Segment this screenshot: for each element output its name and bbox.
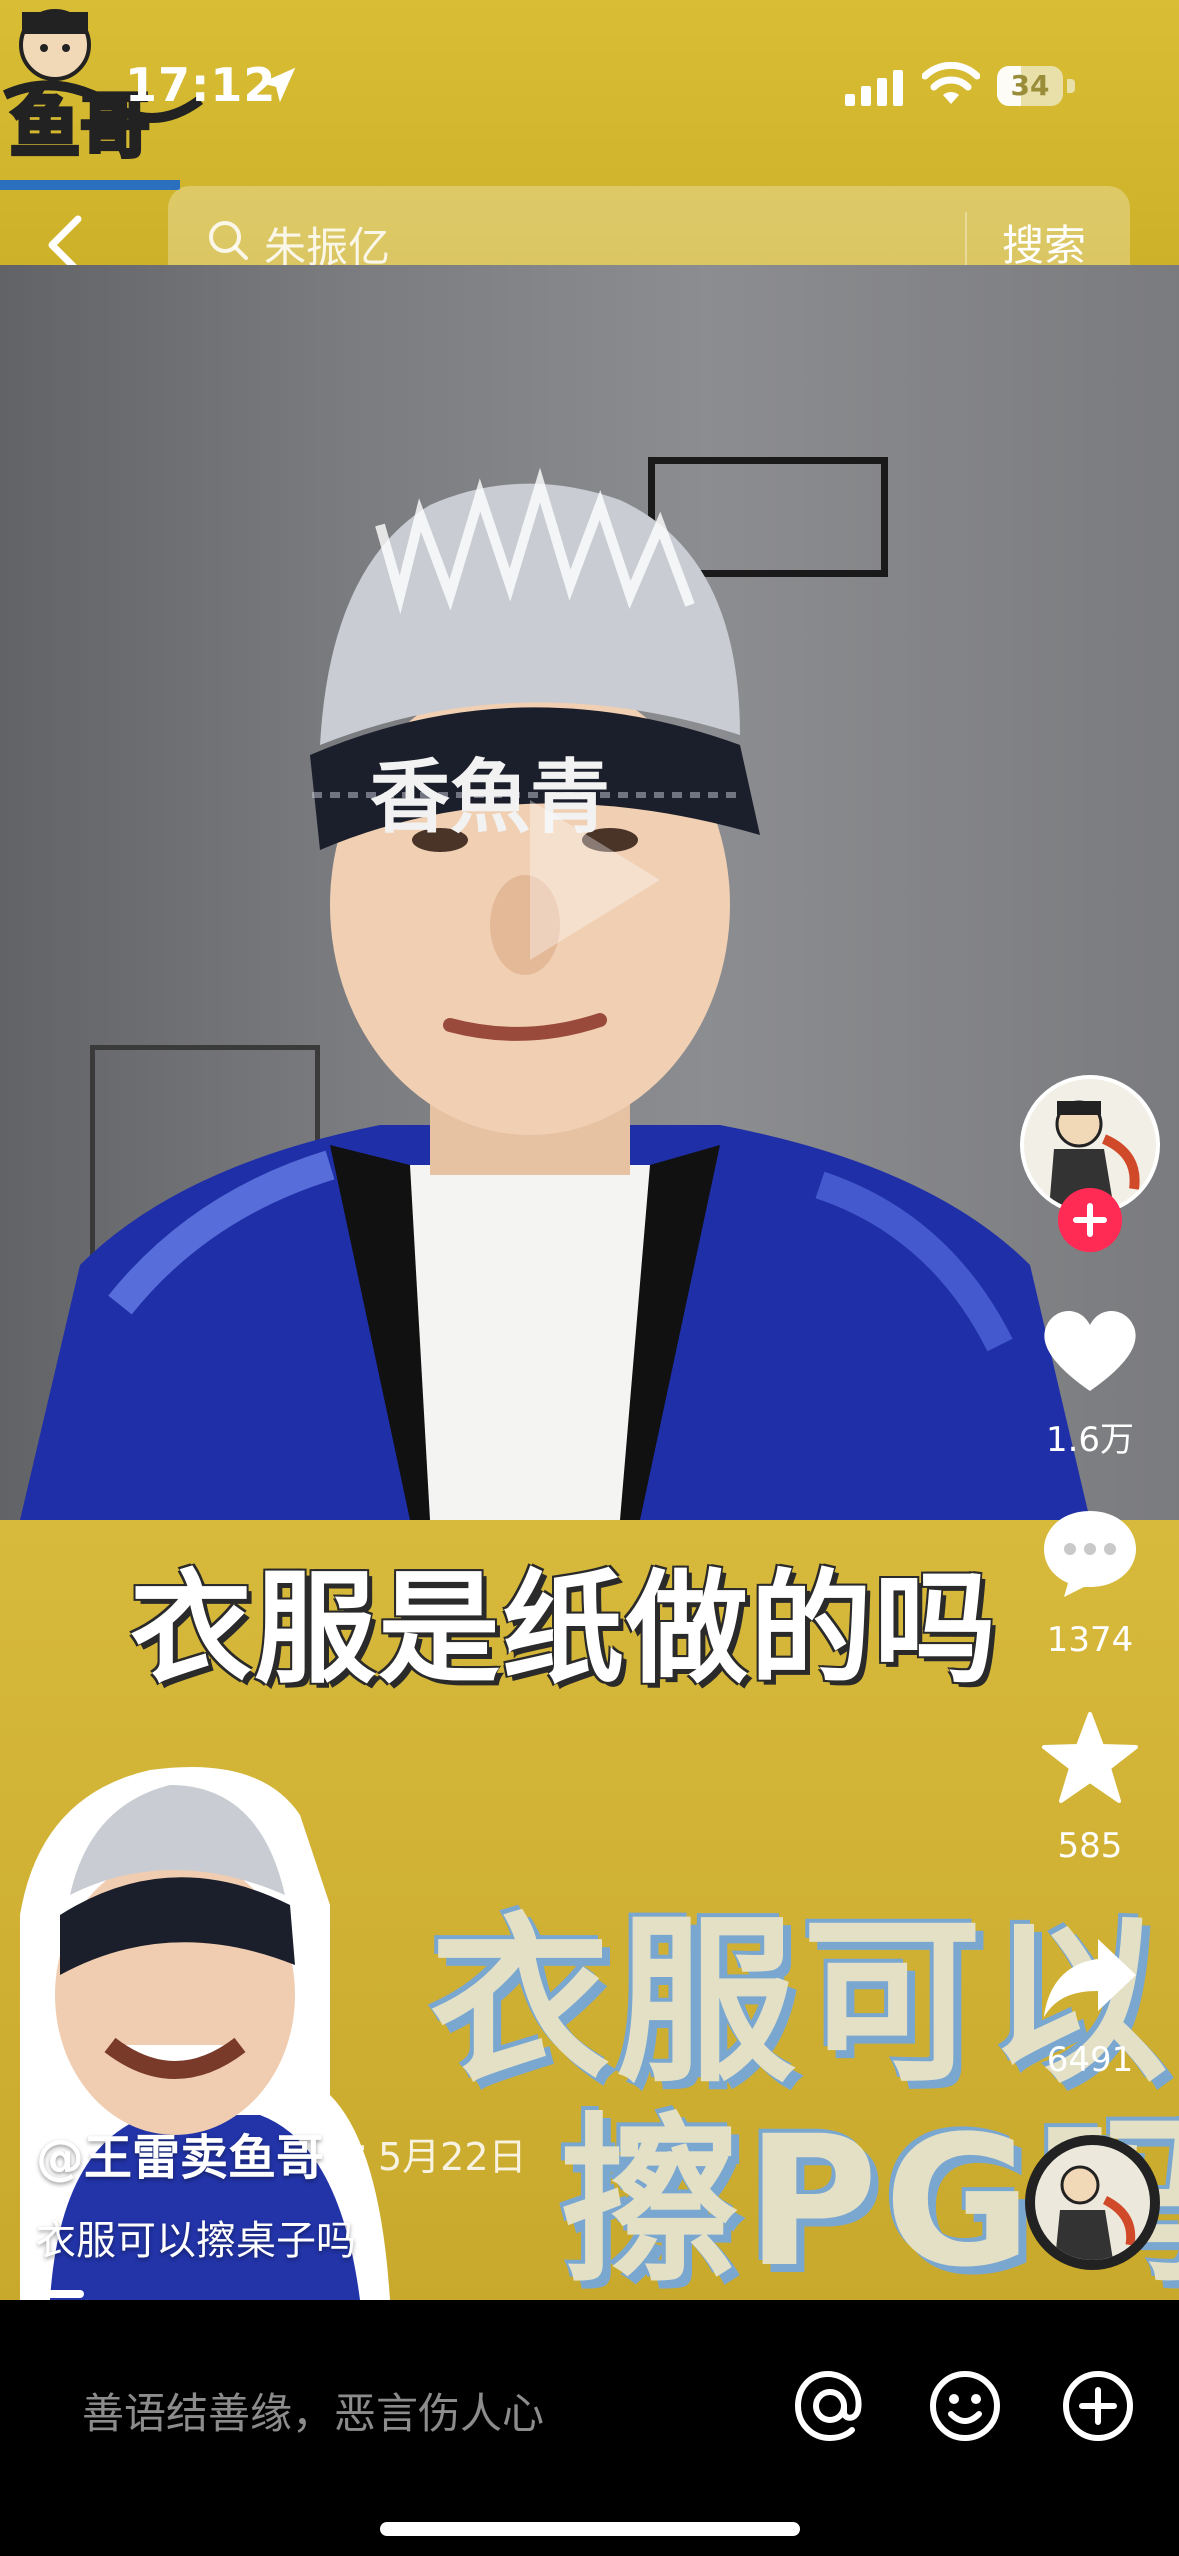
like-count: 1.6万 [1045,1420,1135,1460]
video-player[interactable]: 香魚青 衣服是纸做的吗 衣服可以 擦PG吗 [0,265,1179,2300]
search-button[interactable]: 搜索 [1002,212,1086,273]
presenter-sticker [20,1767,390,2300]
at-icon[interactable] [790,2366,870,2446]
music-disc[interactable] [1025,2135,1160,2270]
music-disc-illustration [1055,2165,1136,2260]
play-icon[interactable] [510,790,670,970]
comment-count: 1374 [1046,1620,1134,1660]
video-progress-bar[interactable] [36,2290,84,2298]
share-count: 6491 [1046,2040,1134,2080]
favorite-count: 585 [1057,1826,1123,1866]
comment-bar: 善语结善缘，恶言伤人心 [0,2300,1179,2556]
search-divider [965,212,967,268]
follow-button[interactable] [1058,1188,1122,1252]
battery-level: 34 [1010,69,1050,102]
author-name[interactable]: @王雷卖鱼哥 [36,2118,324,2188]
post-description: 衣服可以擦桌子吗 [36,2218,356,2264]
post-date: 5月22日 [378,2135,527,2179]
comment-input[interactable]: 善语结善缘，恶言伤人心 [82,2380,544,2441]
emoji-icon[interactable] [925,2366,1005,2446]
comment-icon[interactable] [1040,1505,1140,1600]
battery-tip [1067,79,1075,93]
share-icon[interactable] [1040,1935,1140,2020]
signal-icon [845,70,903,106]
date-separator: · [356,2126,369,2170]
home-indicator [380,2522,800,2536]
status-time: 17:12 [125,58,277,112]
battery-body: 34 [997,66,1063,106]
search-icon [209,221,248,260]
heart-icon[interactable] [1040,1305,1140,1395]
star-icon[interactable] [1040,1710,1140,1805]
add-icon[interactable] [1058,2366,1138,2446]
wifi-icon [922,62,980,104]
location-arrow-icon [260,67,296,103]
battery-indicator: 34 [997,66,1077,106]
